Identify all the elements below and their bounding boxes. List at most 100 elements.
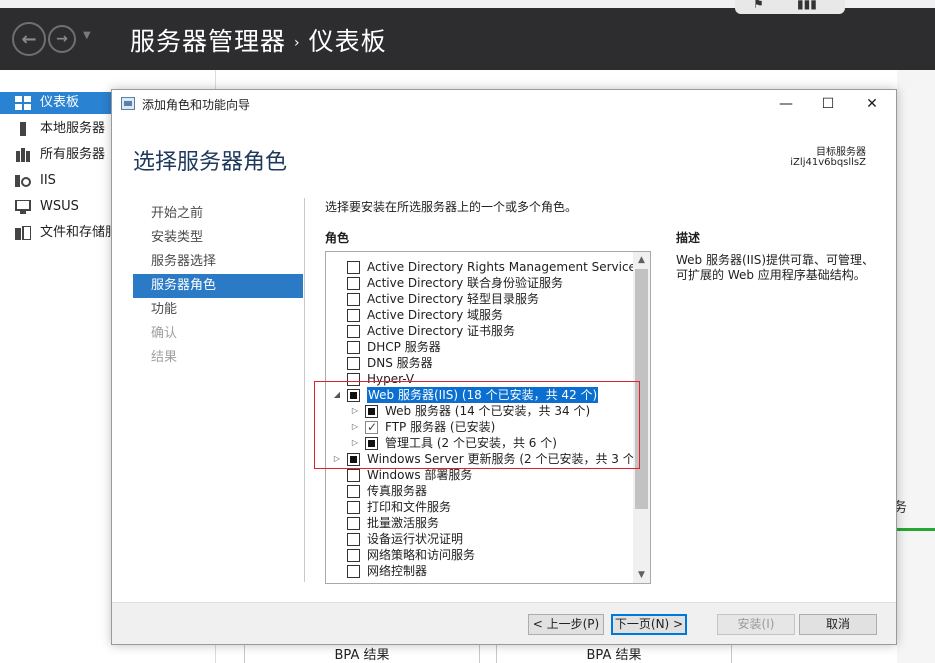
role-row[interactable]: Windows 部署服务 xyxy=(326,467,634,483)
role-label[interactable]: Active Directory Rights Management Servi… xyxy=(367,259,642,275)
step-confirmation: 确认 xyxy=(151,326,178,341)
role-label[interactable]: DHCP 服务器 xyxy=(367,339,441,355)
header-tools: ⚑ ▮▮▮ xyxy=(735,0,845,14)
server-manager-header: ← → ▼ 服务器管理器 › 仪表板 ⚑ ▮▮▮ xyxy=(0,0,935,70)
back-arrow-icon: ← xyxy=(21,28,37,50)
role-checkbox[interactable] xyxy=(347,309,360,322)
role-label[interactable]: DNS 服务器 xyxy=(367,355,433,371)
role-label[interactable]: Active Directory 证书服务 xyxy=(367,323,515,339)
step-features[interactable]: 功能 xyxy=(133,298,303,322)
dashboard-panel-edge xyxy=(897,70,935,663)
notifications-flag-icon[interactable]: ⚑ xyxy=(753,0,764,11)
role-checkbox[interactable] xyxy=(347,485,360,498)
target-server-label: 目标服务器 xyxy=(816,147,866,158)
role-checkbox[interactable] xyxy=(347,261,360,274)
role-label[interactable]: 打印和文件服务 xyxy=(367,499,451,515)
step-server-roles[interactable]: 服务器角色 xyxy=(133,274,303,298)
bpa-results-tile[interactable]: BPA 结果 xyxy=(244,642,480,663)
role-row[interactable]: 设备运行状况证明 xyxy=(326,531,634,547)
role-row[interactable]: 网络策略和访问服务 xyxy=(326,547,634,563)
add-roles-wizard-dialog: 添加角色和功能向导 — ☐ ✕ 选择服务器角色 目标服务器 iZlj41v6bq… xyxy=(111,89,897,645)
sidebar-item-label: 本地服务器 xyxy=(40,121,106,136)
dialog-title: 添加角色和功能向导 xyxy=(142,98,251,112)
scroll-up-icon[interactable]: ▲ xyxy=(633,252,650,268)
step-installation-type[interactable]: 安装类型 xyxy=(133,226,303,250)
role-label[interactable]: Windows 部署服务 xyxy=(367,467,472,483)
forward-arrow-icon: → xyxy=(56,31,68,47)
role-checkbox[interactable] xyxy=(347,549,360,562)
role-row[interactable]: 批量激活服务 xyxy=(326,515,634,531)
role-label[interactable]: 传真服务器 xyxy=(367,483,427,499)
step-results: 结果 xyxy=(151,350,178,365)
target-server-name: iZlj41v6bqsllsZ xyxy=(790,157,866,168)
bpa-results-tile[interactable]: BPA 结果 xyxy=(496,642,732,663)
breadcrumb-separator: › xyxy=(294,35,301,51)
page-title: 服务器管理器 › 仪表板 xyxy=(130,22,387,58)
back-button[interactable]: ← xyxy=(12,22,46,56)
minimize-button[interactable]: — xyxy=(766,92,806,116)
wizard-button-bar: < 上一步(P) 下一页(N) > 安装(I) 取消 xyxy=(112,602,896,644)
previous-button[interactable]: < 上一步(P) xyxy=(528,614,604,635)
role-row[interactable]: Active Directory Rights Management Servi… xyxy=(326,259,642,275)
description-text: Web 服务器(IIS)提供可靠、可管理、可扩展的 Web 应用程序基础结构。 xyxy=(676,253,875,282)
role-checkbox[interactable] xyxy=(347,501,360,514)
cancel-button[interactable]: 取消 xyxy=(799,614,877,635)
wizard-steps: 开始之前 安装类型 服务器选择 服务器角色 功能 确认 结果 xyxy=(133,202,303,370)
role-row[interactable]: 网络控制器 xyxy=(326,563,634,579)
app-title: 服务器管理器 xyxy=(130,27,287,56)
role-checkbox[interactable] xyxy=(347,293,360,306)
maximize-button[interactable]: ☐ xyxy=(808,92,848,116)
status-bar-green xyxy=(897,528,935,531)
install-button: 安装(I) xyxy=(717,614,795,635)
role-row[interactable]: Active Directory 证书服务 xyxy=(326,323,634,339)
sidebar-item-label: WSUS xyxy=(40,199,79,214)
iis-icon xyxy=(15,175,31,187)
role-checkbox[interactable] xyxy=(347,533,360,546)
wizard-page-heading: 选择服务器角色 xyxy=(133,150,288,175)
role-label[interactable]: 网络策略和访问服务 xyxy=(367,547,475,563)
role-row[interactable]: DHCP 服务器 xyxy=(326,339,634,355)
history-dropdown-icon[interactable]: ▼ xyxy=(83,30,91,41)
role-row[interactable]: Active Directory 轻型目录服务 xyxy=(326,291,634,307)
breadcrumb-current: 仪表板 xyxy=(308,27,387,56)
role-row[interactable]: 打印和文件服务 xyxy=(326,499,634,515)
manage-menu-icon[interactable]: ▮▮▮ xyxy=(797,0,817,11)
role-checkbox[interactable] xyxy=(347,341,360,354)
sidebar-item-label: 所有服务器 xyxy=(40,147,106,162)
role-label[interactable]: 批量激活服务 xyxy=(367,515,439,531)
forward-button[interactable]: → xyxy=(48,25,76,53)
role-checkbox[interactable] xyxy=(347,325,360,338)
bpa-results-label: BPA 结果 xyxy=(586,648,642,663)
role-checkbox[interactable] xyxy=(347,517,360,530)
role-checkbox[interactable] xyxy=(347,277,360,290)
file-storage-icon xyxy=(15,226,31,240)
sidebar-item-label: IIS xyxy=(40,173,56,188)
role-label[interactable]: 设备运行状况证明 xyxy=(367,531,463,547)
role-row[interactable]: 传真服务器 xyxy=(326,483,634,499)
role-label[interactable]: 网络控制器 xyxy=(367,563,427,579)
role-label[interactable]: Active Directory 联合身份验证服务 xyxy=(367,275,563,291)
steps-divider xyxy=(304,198,305,582)
close-button[interactable]: ✕ xyxy=(852,92,892,116)
role-row[interactable]: DNS 服务器 xyxy=(326,355,634,371)
role-row[interactable]: Active Directory 域服务 xyxy=(326,307,634,323)
role-label[interactable]: Active Directory 轻型目录服务 xyxy=(367,291,539,307)
local-server-icon xyxy=(20,122,26,136)
all-servers-icon xyxy=(16,148,30,162)
role-checkbox[interactable] xyxy=(347,357,360,370)
role-row[interactable]: Active Directory 联合身份验证服务 xyxy=(326,275,634,291)
step-before-you-begin[interactable]: 开始之前 xyxy=(133,202,303,226)
description-heading: 描述 xyxy=(676,231,701,245)
next-button[interactable]: 下一页(N) > xyxy=(611,614,687,635)
role-label[interactable]: Active Directory 域服务 xyxy=(367,307,503,323)
role-checkbox[interactable] xyxy=(347,469,360,482)
sidebar-item-label: 仪表板 xyxy=(40,95,80,110)
dashboard-icon xyxy=(15,96,31,110)
dialog-titlebar[interactable]: 添加角色和功能向导 — ☐ ✕ xyxy=(112,90,896,118)
wizard-app-icon xyxy=(121,97,135,110)
scroll-down-icon[interactable]: ▼ xyxy=(633,567,650,583)
roles-heading: 角色 xyxy=(325,231,350,245)
instruction-text: 选择要安装在所选服务器上的一个或多个角色。 xyxy=(325,200,578,214)
step-server-selection[interactable]: 服务器选择 xyxy=(133,250,303,274)
role-checkbox[interactable] xyxy=(347,565,360,578)
